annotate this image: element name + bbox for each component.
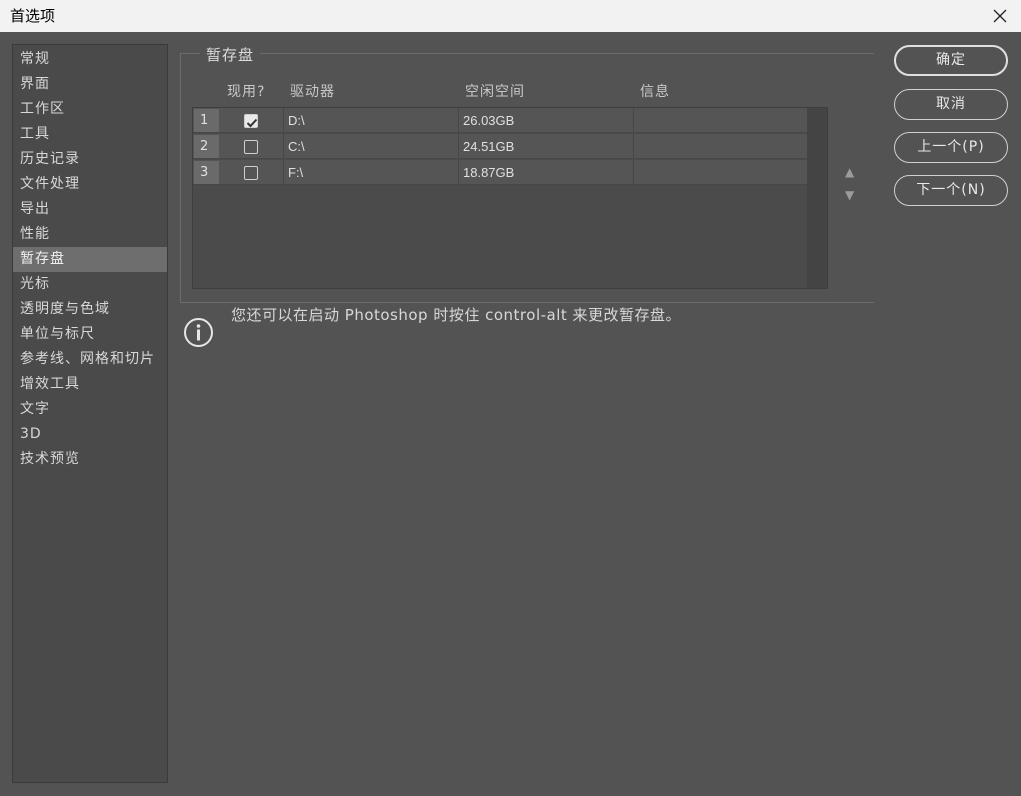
sidebar-item-export[interactable]: 导出	[13, 197, 167, 222]
close-icon	[993, 9, 1007, 23]
sidebar-item-type[interactable]: 文字	[13, 397, 167, 422]
column-header-free-space: 空闲空间	[465, 84, 525, 100]
sidebar-item-3d[interactable]: 3D	[13, 422, 167, 447]
active-checkbox[interactable]	[244, 166, 258, 180]
free-space-cell: 26.03GB	[458, 108, 633, 133]
active-checkbox[interactable]	[244, 114, 258, 128]
free-space-cell: 18.87GB	[458, 160, 633, 185]
move-up-icon[interactable]: ▲	[845, 165, 854, 179]
scratch-disk-table: 1 D:\ 26.03GB 2 C:\ 24.51GB 3 F:\ 18.87G…	[192, 107, 828, 289]
info-cell	[633, 134, 808, 159]
info-circle-icon	[183, 317, 214, 352]
next-button[interactable]: 下一个(N)	[894, 175, 1008, 206]
table-row[interactable]: 3 F:\ 18.87GB	[193, 160, 808, 185]
row-number: 3	[194, 161, 219, 184]
column-header-info: 信息	[640, 84, 670, 100]
group-title: 暂存盘	[200, 44, 261, 65]
row-number: 1	[194, 109, 219, 132]
sidebar-item-tools[interactable]: 工具	[13, 122, 167, 147]
sidebar-item-cursors[interactable]: 光标	[13, 272, 167, 297]
column-header-drive: 驱动器	[290, 84, 335, 100]
category-sidebar: 常规 界面 工作区 工具 历史记录 文件处理 导出 性能 暂存盘 光标 透明度与…	[12, 44, 168, 783]
table-scrollbar[interactable]	[807, 108, 827, 288]
info-cell	[633, 160, 808, 185]
sidebar-item-file-handling[interactable]: 文件处理	[13, 172, 167, 197]
sidebar-item-history[interactable]: 历史记录	[13, 147, 167, 172]
close-button[interactable]	[979, 0, 1021, 32]
sidebar-item-scratch-disks[interactable]: 暂存盘	[13, 247, 167, 272]
sidebar-item-transparency-gamut[interactable]: 透明度与色域	[13, 297, 167, 322]
active-checkbox[interactable]	[244, 140, 258, 154]
sidebar-item-plugins[interactable]: 增效工具	[13, 372, 167, 397]
checkmark-icon	[246, 118, 258, 128]
sidebar-item-units-rulers[interactable]: 单位与标尺	[13, 322, 167, 347]
title-bar: 首选项	[0, 0, 1021, 32]
column-header-active: 现用?	[227, 84, 266, 100]
drive-cell: D:\	[283, 108, 458, 133]
drive-cell: C:\	[283, 134, 458, 159]
sidebar-item-interface[interactable]: 界面	[13, 72, 167, 97]
sidebar-item-performance[interactable]: 性能	[13, 222, 167, 247]
cancel-button[interactable]: 取消	[894, 89, 1008, 120]
category-list: 常规 界面 工作区 工具 历史记录 文件处理 导出 性能 暂存盘 光标 透明度与…	[13, 45, 167, 472]
sidebar-item-guides-grid-slices[interactable]: 参考线、网格和切片	[13, 347, 167, 372]
sidebar-item-general[interactable]: 常规	[13, 47, 167, 72]
drive-cell: F:\	[283, 160, 458, 185]
table-row[interactable]: 2 C:\ 24.51GB	[193, 134, 808, 159]
free-space-cell: 24.51GB	[458, 134, 633, 159]
ok-button[interactable]: 确定	[894, 45, 1008, 76]
info-cell	[633, 108, 808, 133]
previous-button[interactable]: 上一个(P)	[894, 132, 1008, 163]
info-message: 您还可以在启动 Photoshop 时按住 control-alt 来更改暂存盘…	[231, 306, 682, 324]
window-title: 首选项	[10, 7, 56, 25]
move-down-icon[interactable]: ▼	[845, 188, 854, 202]
table-row[interactable]: 1 D:\ 26.03GB	[193, 108, 808, 133]
row-number: 2	[194, 135, 219, 158]
sidebar-item-workspace[interactable]: 工作区	[13, 97, 167, 122]
sidebar-item-technology-previews[interactable]: 技术预览	[13, 447, 167, 472]
